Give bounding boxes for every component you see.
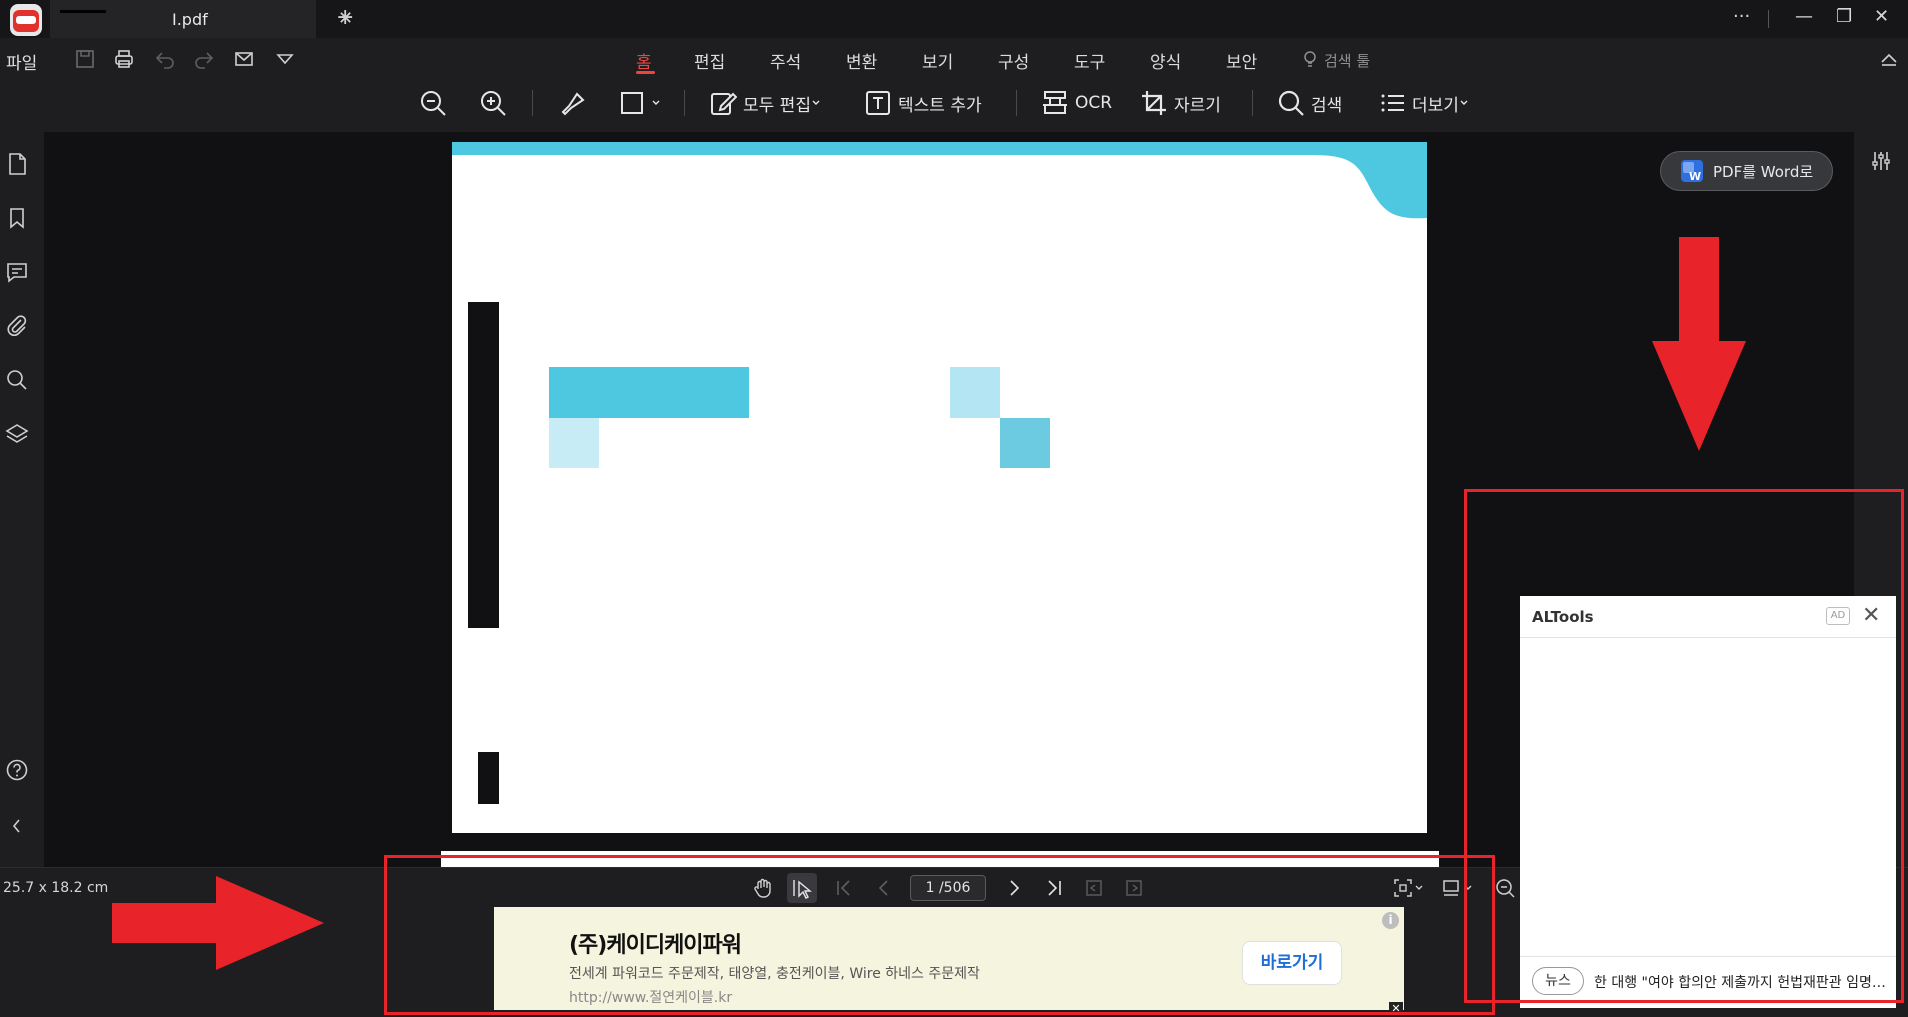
zoom-in-button[interactable]	[478, 88, 514, 118]
tab-tools[interactable]: 도구	[1074, 48, 1105, 73]
collapse-ribbon-icon[interactable]	[1880, 52, 1898, 66]
settings-sliders-icon[interactable]	[1870, 150, 1892, 172]
page-thumbnail-icon[interactable]	[5, 152, 29, 176]
tab-view[interactable]: 보기	[922, 48, 953, 73]
divider	[1768, 10, 1769, 28]
ocr-icon	[1043, 91, 1067, 114]
chevron-down-icon	[1460, 100, 1468, 105]
quick-access-dropdown-icon[interactable]	[274, 48, 296, 70]
annotation-box-bottom-ad	[384, 855, 1495, 1015]
annotation-box-side-ad	[1464, 489, 1904, 1003]
rectangle-icon	[621, 92, 643, 114]
pdf-to-word-button[interactable]: W PDF를 Word로	[1660, 151, 1833, 191]
save-icon[interactable]	[74, 48, 96, 70]
tab-comment[interactable]: 주석	[770, 48, 801, 73]
ocr-button[interactable]: OCR	[1041, 88, 1112, 118]
close-window-button[interactable]: ✕	[1874, 6, 1889, 27]
layers-icon[interactable]	[5, 422, 29, 446]
bookmark-icon[interactable]	[5, 206, 29, 230]
document-tab[interactable]: I.pdf ✕	[50, 0, 353, 38]
title-bar: I.pdf ✕ + ··· — ❐ ✕	[0, 0, 1908, 38]
left-sidebar	[0, 132, 44, 867]
text-box-icon	[866, 91, 890, 115]
tab-security[interactable]: 보안	[1226, 48, 1257, 73]
highlighter-icon	[561, 92, 585, 116]
shape-button[interactable]	[619, 88, 667, 118]
edit-icon	[711, 92, 737, 115]
comment-icon[interactable]	[5, 260, 29, 284]
more-button[interactable]: 더보기	[1380, 88, 1475, 118]
more-label: 더보기	[1412, 95, 1459, 116]
edit-all-button[interactable]: 모두 편집	[709, 88, 827, 118]
page-graphics	[452, 142, 1427, 804]
word-icon: W	[1681, 160, 1703, 182]
minimize-button[interactable]: —	[1795, 6, 1813, 27]
collapse-sidebar-icon[interactable]	[5, 814, 29, 838]
chevron-down-icon	[652, 100, 660, 105]
attachment-icon[interactable]	[5, 314, 29, 338]
file-menu[interactable]: 파일	[6, 49, 37, 74]
annotation-arrow-right	[112, 876, 324, 970]
annotation-arrow-down	[1652, 237, 1746, 451]
tab-convert[interactable]: 변환	[846, 48, 877, 73]
search-tools-label[interactable]: 검색 툴	[1324, 50, 1370, 71]
chevron-down-icon	[812, 100, 820, 105]
tab-title: I.pdf	[172, 10, 208, 29]
add-text-button[interactable]: 텍스트 추가	[864, 88, 982, 118]
new-tab-button[interactable]: +	[336, 5, 354, 30]
add-text-label: 텍스트 추가	[898, 95, 982, 116]
undo-icon[interactable]	[154, 48, 176, 70]
tab-forms[interactable]: 양식	[1150, 48, 1181, 73]
print-icon[interactable]	[113, 48, 135, 70]
search-icon	[1278, 90, 1304, 116]
app-logo-icon	[10, 4, 42, 36]
ocr-label: OCR	[1075, 93, 1113, 113]
mail-icon[interactable]	[233, 48, 255, 70]
toolbar-divider	[684, 90, 685, 116]
crop-icon	[1142, 91, 1166, 115]
restore-button[interactable]: ❐	[1836, 6, 1852, 27]
crop-label: 자르기	[1174, 95, 1221, 116]
zoom-out-button[interactable]	[418, 88, 454, 118]
zoom-out-icon	[421, 91, 446, 116]
search-icon[interactable]	[5, 368, 29, 392]
search-button[interactable]: 검색	[1277, 88, 1342, 118]
toolbar-divider	[532, 90, 533, 116]
edit-all-label: 모두 편집	[743, 95, 811, 116]
redo-icon[interactable]	[193, 48, 215, 70]
tab-home[interactable]: 홈	[636, 48, 652, 73]
pdf-to-word-label: PDF를 Word로	[1713, 162, 1814, 181]
active-tab-indicator	[636, 71, 655, 74]
zoom-in-icon	[481, 91, 506, 116]
toolbar-divider	[1016, 90, 1017, 116]
more-options-button[interactable]: ···	[1733, 6, 1750, 27]
toolbar-divider	[1252, 90, 1253, 116]
crop-button[interactable]: 자르기	[1140, 88, 1221, 118]
lightbulb-icon	[1304, 51, 1316, 67]
search-label: 검색	[1311, 95, 1343, 116]
highlight-button[interactable]	[557, 88, 593, 118]
pdf-page[interactable]	[452, 142, 1427, 833]
list-icon	[1381, 94, 1404, 112]
tab-edit[interactable]: 편집	[694, 48, 725, 73]
tab-organize[interactable]: 구성	[998, 48, 1029, 73]
page-size-text: 25.7 x 18.2 cm	[3, 880, 109, 896]
svg-text:W: W	[1689, 170, 1701, 182]
help-icon[interactable]	[5, 758, 29, 782]
